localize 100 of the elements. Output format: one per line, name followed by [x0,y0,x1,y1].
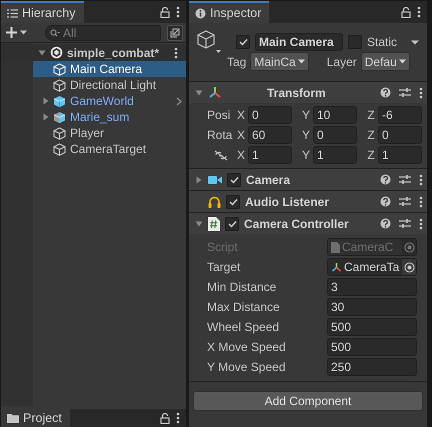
more-options-icon[interactable] [419,218,423,230]
checkbox[interactable] [227,172,241,186]
property-label: X Move Speed [207,339,287,356]
add-component-button[interactable]: Add Component [193,391,423,411]
layer-dropdown[interactable]: Defau [360,52,410,71]
checkbox[interactable] [226,194,240,208]
checkmark-icon [230,176,238,184]
expand-arrow-icon[interactable] [42,113,50,121]
hierarchy-item[interactable]: CameraTarget [33,141,186,157]
presets-icon[interactable] [399,174,411,185]
property-label: Y Move Speed [207,359,286,376]
component-header[interactable]: Camera [189,168,427,190]
static-label: Static [367,34,398,51]
number-field[interactable]: 60 [248,126,292,144]
help-icon[interactable] [380,87,391,98]
object-icon-dropdown[interactable] [195,29,221,55]
property-label: Min Distance [207,279,278,296]
number-field[interactable]: 0 [378,126,422,144]
more-options-icon[interactable] [176,412,180,424]
number-field[interactable]: 10 [313,106,357,124]
checkbox[interactable] [225,216,239,230]
component-header[interactable]: Transform [189,81,427,103]
cube-icon [53,110,66,124]
component-title: Camera Controller [244,216,349,232]
axis-label: Y [300,127,311,144]
axis-label: Z [366,107,376,124]
more-options-icon[interactable] [417,6,421,18]
number-field[interactable]: -6 [378,106,422,124]
tag-label: Tag [227,54,246,70]
hierarchy-item[interactable]: Main Camera [33,61,186,77]
number-field[interactable]: 3 [327,278,417,296]
caret-icon [298,59,305,64]
cube-icon [53,142,66,156]
axis-label: Y [300,107,311,124]
number-field[interactable]: 500 [327,338,417,356]
more-options-icon[interactable] [419,196,423,208]
number-field[interactable]: 1 [313,146,357,164]
number-field[interactable]: 1 [378,146,422,164]
info-icon [195,8,206,18]
help-icon[interactable] [380,196,391,207]
plus-icon [6,27,17,38]
scene-icon [50,46,63,59]
checkbox[interactable] [236,35,250,49]
component-title: Camera [246,172,290,188]
hierarchy-item[interactable]: Marie_sum [33,109,186,125]
constrain-proportions-icon[interactable] [214,150,228,160]
presets-icon[interactable] [399,196,411,207]
number-field[interactable]: 1 [248,146,292,164]
hierarchy-item[interactable]: GameWorld [33,93,186,109]
expand-arrow-icon[interactable] [38,48,46,56]
presets-icon[interactable] [399,87,411,98]
help-icon[interactable] [380,174,391,185]
component-header[interactable]: Camera Controller [189,212,427,234]
component-header[interactable]: Audio Listener [189,190,427,212]
lock-icon[interactable] [160,412,170,424]
number-field[interactable]: 250 [327,358,417,376]
more-options-icon[interactable] [419,174,423,186]
number-field[interactable]: 0 [313,126,357,144]
scene-visibility-button[interactable] [167,24,183,40]
scene-name: simple_combat* [67,44,160,62]
property-label: Target [207,259,242,276]
caret-icon[interactable] [411,40,419,44]
item-label: Player [70,125,104,142]
add-button[interactable] [6,27,27,38]
field-label: Posi [207,107,232,124]
axis-label: Y [300,147,311,164]
axis-label: Z [366,127,376,144]
expand-arrow-icon[interactable] [195,220,203,228]
name-field[interactable]: Main Camera [255,33,343,51]
transform-icon [331,262,342,272]
number-field[interactable]: 500 [327,318,417,336]
component-title: Audio Listener [245,194,330,210]
item-label: Directional Light [70,77,156,94]
lock-icon[interactable] [160,6,170,18]
cube-icon [53,62,66,76]
lock-icon[interactable] [401,6,411,18]
hierarchy-item[interactable]: Directional Light [33,77,186,93]
item-label: Main Camera [70,61,142,78]
presets-icon[interactable] [399,218,411,229]
object-picker-icon[interactable] [404,262,414,272]
more-options-icon[interactable] [419,86,423,98]
search-field[interactable]: All [45,24,161,40]
number-field[interactable]: 30 [327,298,417,316]
hierarchy-item[interactable]: Player [33,125,186,141]
help-icon[interactable] [380,218,391,229]
checkbox[interactable] [348,35,362,49]
tag-dropdown[interactable]: MainCa [250,52,309,71]
object-field[interactable]: CameraTa [327,258,417,276]
more-options-icon[interactable] [176,6,180,18]
object-picker-icon[interactable] [404,242,414,252]
number-field[interactable]: 0 [248,106,292,124]
expand-arrow-icon[interactable] [195,176,203,184]
script-icon [331,242,340,252]
component-title: Transform [267,84,326,102]
list-icon [7,8,18,18]
field-label: Rota [207,127,234,144]
more-options-icon[interactable] [174,46,178,58]
expand-arrow-icon[interactable] [195,88,203,96]
expand-arrow-icon[interactable] [42,97,50,105]
camera-icon [208,174,222,184]
